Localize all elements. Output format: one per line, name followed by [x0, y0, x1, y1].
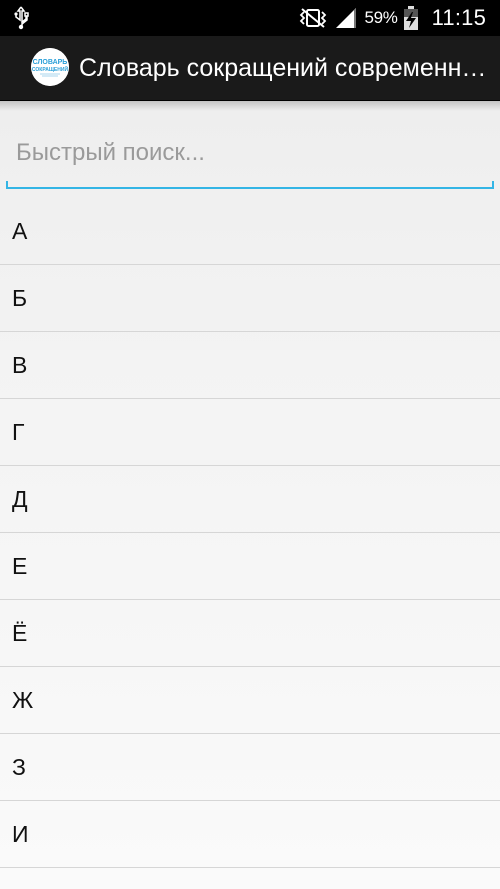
signal-icon	[336, 8, 357, 28]
app-logo[interactable]: СЛОВАРЬ СОКРАЩЕНИЙ	[31, 48, 69, 86]
list-item-letter[interactable]: Г	[0, 399, 500, 466]
list-item-letter[interactable]: З	[0, 734, 500, 801]
list-item-letter[interactable]: Д	[0, 466, 500, 533]
letter-label: В	[12, 351, 28, 378]
list-item-letter[interactable]: А	[0, 198, 500, 265]
list-item-letter[interactable]: Ж	[0, 667, 500, 734]
list-item-letter[interactable]: Б	[0, 265, 500, 332]
action-bar: СЛОВАРЬ СОКРАЩЕНИЙ Словарь сокращений со…	[0, 36, 500, 101]
dictionary-logo-icon: СЛОВАРЬ СОКРАЩЕНИЙ	[31, 48, 69, 86]
list-item-letter[interactable]: И	[0, 801, 500, 868]
letter-label: А	[12, 217, 28, 244]
letter-label: Б	[12, 284, 28, 311]
clock: 11:15	[431, 5, 486, 30]
logo-line1: СЛОВАРЬ	[33, 59, 68, 66]
logo-line2: СОКРАЩЕНИЙ	[32, 65, 69, 73]
letter-list: А Б В Г Д Е Ё Ж З И	[0, 198, 500, 868]
battery-charging-icon	[403, 6, 418, 30]
letter-label: Ж	[12, 686, 34, 713]
battery-percent: 59%	[364, 8, 398, 27]
list-item-letter[interactable]: Е	[0, 533, 500, 600]
letter-label: Е	[12, 552, 28, 579]
letter-label: Д	[12, 485, 28, 512]
list-item-letter[interactable]: Ё	[0, 600, 500, 667]
usb-icon	[14, 6, 29, 30]
vibrate-icon	[300, 8, 327, 28]
letter-label: Ё	[12, 619, 28, 646]
list-item-letter[interactable]: В	[0, 332, 500, 399]
search-input[interactable]	[6, 122, 494, 184]
letter-label: И	[12, 820, 29, 847]
status-bar: 59% 11:15	[0, 0, 500, 36]
letter-label: З	[12, 753, 26, 780]
letter-label: Г	[12, 418, 25, 445]
app-title: Словарь сокращений современн…	[79, 54, 487, 82]
search-underline	[6, 181, 494, 189]
search-box	[0, 112, 500, 198]
action-bar-shadow	[0, 101, 500, 111]
